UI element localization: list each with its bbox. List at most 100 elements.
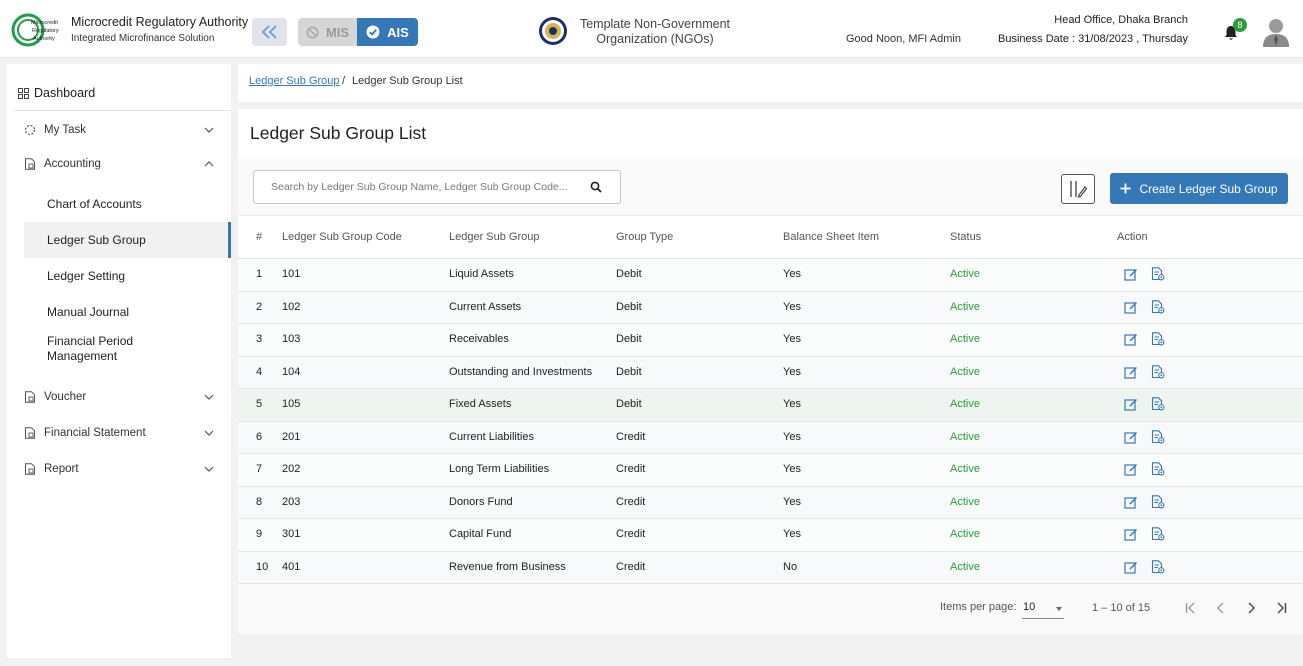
view-details-icon[interactable] (1151, 494, 1165, 509)
view-details-icon[interactable] (1151, 267, 1165, 281)
edit-icon[interactable] (1124, 365, 1138, 379)
sidebar-item-dashboard[interactable]: Dashboard (7, 82, 231, 104)
view-details-icon[interactable] (1151, 559, 1165, 574)
sidebar-item-accounting[interactable]: Accounting (7, 153, 231, 175)
edit-icon[interactable] (1124, 462, 1138, 476)
ngo-seal-icon (539, 17, 567, 45)
sidebar-item-label: Financial Period Management (47, 334, 134, 363)
sidebar-item-my-task[interactable]: My Task (7, 119, 231, 141)
edit-icon[interactable] (1124, 267, 1138, 281)
edit-icon[interactable] (1124, 430, 1138, 444)
logo-text-3: Authority (33, 36, 55, 42)
column-header-code[interactable]: Ledger Sub Group Code (282, 231, 402, 243)
main-content: Ledger Sub Group List Create Ledger Sub … (238, 109, 1303, 634)
row-group-type: Debit (616, 398, 642, 410)
view-details-icon[interactable] (1151, 332, 1165, 346)
view-details-icon[interactable] (1151, 429, 1165, 444)
sidebar-item-chart-of-accounts[interactable]: Chart of Accounts (24, 186, 231, 222)
collapse-sidebar-button[interactable] (252, 18, 287, 46)
edit-icon[interactable] (1124, 300, 1138, 314)
row-balance-sheet: Yes (783, 333, 801, 345)
edit-icon[interactable] (1124, 397, 1138, 411)
row-group-type: Debit (616, 365, 642, 378)
table-row: 8 203 Donors Fund Credit Yes Active (238, 486, 1303, 519)
row-code: 202 (282, 463, 301, 475)
sidebar-item-manual-journal[interactable]: Manual Journal (24, 294, 231, 330)
row-status: Active (950, 528, 980, 540)
chevron-down-icon (204, 127, 214, 133)
edit-icon[interactable] (1124, 560, 1138, 574)
row-balance-sheet: Yes (783, 268, 801, 280)
row-sub-group: Outstanding and Investments (449, 365, 593, 378)
previous-page-icon[interactable] (1214, 601, 1228, 615)
create-button-label: Create Ledger Sub Group (1139, 181, 1278, 196)
document-icon (25, 391, 35, 403)
user-avatar[interactable] (1262, 17, 1290, 47)
column-settings-button[interactable] (1061, 174, 1095, 204)
row-group-type: Credit (616, 430, 646, 443)
first-page-icon[interactable] (1184, 601, 1198, 615)
plus-icon (1120, 183, 1131, 194)
column-header-number[interactable]: # (256, 231, 262, 243)
row-group-type: Debit (616, 268, 642, 280)
items-per-page-select[interactable]: 10 (1022, 599, 1064, 619)
view-details-icon[interactable] (1151, 299, 1165, 314)
sidebar-item-ledger-setting[interactable]: Ledger Setting (24, 258, 231, 294)
row-sub-group: Donors Fund (449, 495, 513, 508)
row-code: 401 (282, 560, 301, 573)
sidebar-item-financial-statement[interactable]: Financial Statement (7, 422, 231, 444)
view-details-icon[interactable] (1151, 364, 1165, 379)
document-icon (25, 463, 35, 475)
sidebar-item-ledger-sub-group[interactable]: Ledger Sub Group (24, 222, 231, 258)
view-details-icon[interactable] (1151, 527, 1165, 541)
branch-name: Head Office, Dhaka Branch (1054, 14, 1188, 26)
row-number: 10 (256, 560, 269, 573)
chevron-down-icon (204, 430, 214, 436)
breadcrumb-link[interactable]: Ledger Sub Group (249, 75, 340, 87)
chevron-up-icon (204, 161, 214, 167)
caret-down-icon (1056, 607, 1062, 611)
title-bar: Ledger Sub Group List (238, 109, 1303, 157)
view-details-icon[interactable] (1151, 397, 1165, 411)
sidebar-item-financial-period-management[interactable]: Financial Period Management (24, 332, 174, 366)
table-row: 6 201 Current Liabilities Credit Yes Active (238, 421, 1303, 454)
ais-label: AIS (387, 24, 409, 40)
column-header-status[interactable]: Status (950, 231, 981, 243)
sidebar-item-voucher[interactable]: Voucher (7, 386, 231, 408)
sidebar-item-report[interactable]: Report (7, 458, 231, 480)
org-name: Microcredit Regulatory Authority (71, 15, 249, 29)
items-per-page-value: 10 (1023, 601, 1036, 613)
search-input[interactable] (271, 171, 581, 203)
column-header-balance-sheet[interactable]: Balance Sheet Item (783, 231, 879, 243)
edit-icon[interactable] (1124, 332, 1138, 346)
row-balance-sheet: Yes (783, 430, 801, 443)
view-details-icon[interactable] (1151, 462, 1165, 476)
page-title: Ledger Sub Group List (250, 123, 427, 143)
last-page-icon[interactable] (1274, 601, 1288, 615)
row-number: 4 (256, 365, 263, 378)
mis-toggle-button[interactable]: MIS (298, 18, 357, 46)
row-sub-group: Long Term Liabilities (449, 463, 550, 475)
search-icon[interactable] (590, 181, 602, 193)
business-date: Business Date : 31/08/2023 , Thursday (998, 33, 1188, 45)
row-number: 5 (256, 398, 263, 410)
sidebar: Dashboard My Task Accounting Chart of Ac… (7, 64, 231, 658)
next-page-icon[interactable] (1244, 601, 1258, 615)
ais-toggle-button[interactable]: AIS (357, 18, 418, 46)
create-ledger-sub-group-button[interactable]: Create Ledger Sub Group (1110, 173, 1288, 204)
column-header-sub-group[interactable]: Ledger Sub Group (449, 231, 540, 243)
row-balance-sheet: Yes (783, 528, 801, 540)
row-code: 102 (282, 300, 301, 313)
row-number: 2 (256, 300, 263, 313)
row-sub-group: Revenue from Business (449, 560, 566, 573)
edit-icon[interactable] (1124, 527, 1138, 541)
row-status: Active (950, 268, 980, 280)
column-header-group-type[interactable]: Group Type (616, 231, 673, 243)
row-number: 8 (256, 495, 263, 508)
sidebar-item-label: Financial Statement (44, 427, 146, 439)
edit-icon[interactable] (1124, 495, 1138, 509)
row-sub-group: Receivables (449, 333, 509, 345)
double-chevron-left-icon (261, 25, 277, 39)
sidebar-item-label: Dashboard (34, 86, 96, 100)
row-sub-group: Current Assets (449, 300, 522, 313)
